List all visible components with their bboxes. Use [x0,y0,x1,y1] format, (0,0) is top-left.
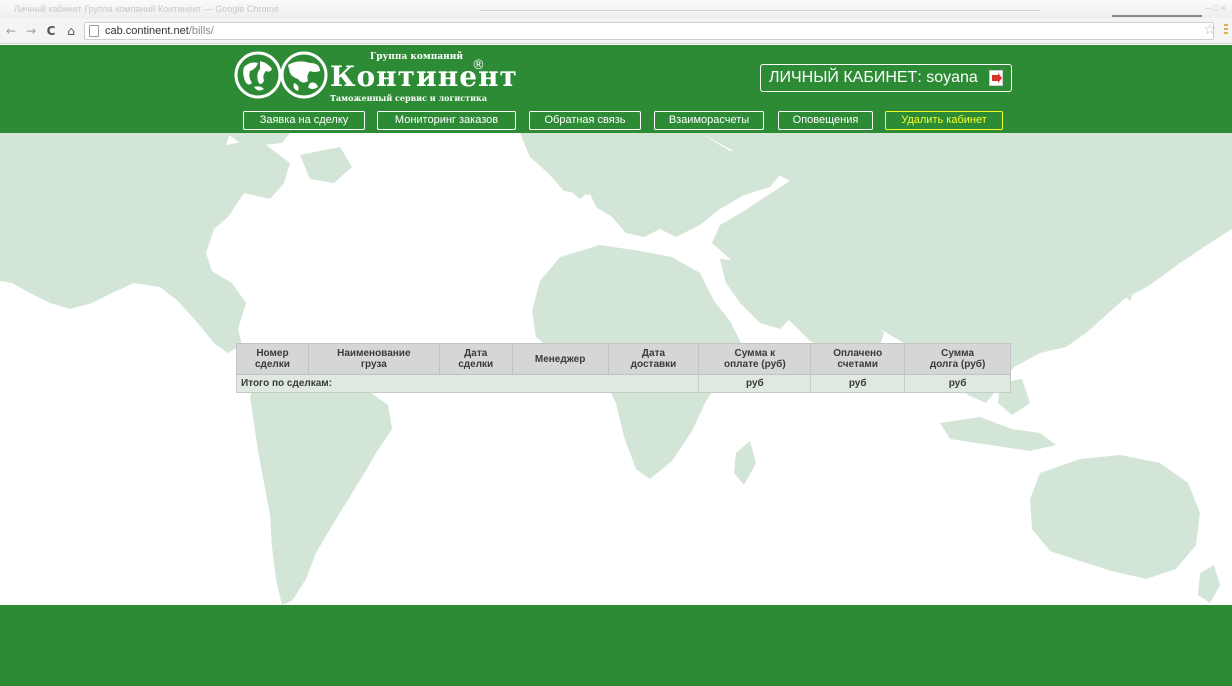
exit-icon[interactable] [989,70,1003,86]
nav-button-notifications[interactable]: Оповещения [778,111,873,130]
browser-tab-title[interactable]: Личный кабинет Группа компаний Континент… [14,4,374,18]
cabinet-label: ЛИЧНЫЙ КАБИНЕТ: soyana [769,69,978,86]
column-header-label: Дата сделки [458,348,494,370]
globe-logo-icon[interactable] [280,51,328,99]
nav-button-delete-cabinet[interactable]: Удалить кабинет [885,111,1003,130]
browser-titlebar: Личный кабинет Группа компаний Континент… [0,0,1232,18]
nav-button-settlements[interactable]: Взаиморасчеты [654,111,764,130]
column-header-label: Дата доставки [630,348,677,370]
url-path: /bills/ [188,25,214,37]
url-host: cab.continent.net [105,25,189,37]
window-controls[interactable]: – □ × [1205,3,1226,13]
browser-menu-icon[interactable] [1224,24,1230,36]
logo-tagline: Таможенный сервис и логистика [330,93,487,103]
column-header-amount-due[interactable]: Сумма к оплате (руб) [698,343,812,375]
total-paid-by-invoices: руб [810,374,906,393]
main-content: Номер сделки Наименование груза Дата сде… [0,133,1232,605]
total-label: Итого по сделкам: [235,374,700,393]
nav-button-feedback[interactable]: Обратная связь [529,111,641,130]
registered-mark: ® [472,58,485,73]
column-header-label: Наименование груза [337,348,411,370]
column-header-label: Менеджер [534,353,586,365]
column-header-label: Номер сделки [254,348,290,370]
tab-indicator [1112,15,1202,17]
page-icon [89,25,99,37]
total-amount-due: руб [698,374,812,393]
url-text[interactable]: cab.continent.net/bills/ [105,25,214,37]
tab-strip-divider [480,10,1040,11]
column-header-label: Сумма к оплате (руб) [724,348,786,370]
column-header-deal-date[interactable]: Дата сделки [438,343,513,375]
address-bar[interactable]: cab.continent.net/bills/ [84,22,1214,40]
personal-cabinet-box: ЛИЧНЫЙ КАБИНЕТ: soyana [760,64,1012,92]
forward-icon[interactable]: → [24,24,38,38]
column-header-delivery-date[interactable]: Дата доставки [607,343,700,375]
nav-button-deal-request[interactable]: Заявка на сделку [243,111,365,130]
nav-button-order-monitoring[interactable]: Мониторинг заказов [377,111,516,130]
page: Личный кабинет Группа компаний Континент… [0,0,1232,686]
reload-icon[interactable]: C [44,24,58,38]
table-header-row: Номер сделки Наименование груза Дата сде… [236,343,1011,375]
column-header-deal-number[interactable]: Номер сделки [236,343,309,375]
column-header-label: Сумма долга (руб) [929,348,986,370]
column-header-label: Оплачено счетами [833,348,883,370]
column-header-debt-amount[interactable]: Сумма долга (руб) [904,343,1011,375]
bills-table: Номер сделки Наименование груза Дата сде… [235,343,1011,393]
site-header: Группа компаний Континент ® Таможенный с… [0,45,1232,133]
logo-brand[interactable]: Континент [330,60,518,93]
globe-logo-icon[interactable] [234,51,282,99]
column-header-manager[interactable]: Менеджер [511,343,609,375]
home-icon[interactable]: ⌂ [64,24,78,38]
table-total-row: Итого по сделкам: руб руб руб [235,374,1011,393]
star-icon[interactable]: ☆ [1203,22,1216,38]
column-header-paid-by-invoices[interactable]: Оплачено счетами [810,343,906,375]
column-header-cargo-name[interactable]: Наименование груза [307,343,440,375]
site-footer [0,605,1232,686]
back-icon[interactable]: ← [4,24,18,38]
browser-toolbar: ← → C ⌂ cab.continent.net/bills/ ☆ [0,18,1232,44]
total-debt-amount: руб [904,374,1011,393]
